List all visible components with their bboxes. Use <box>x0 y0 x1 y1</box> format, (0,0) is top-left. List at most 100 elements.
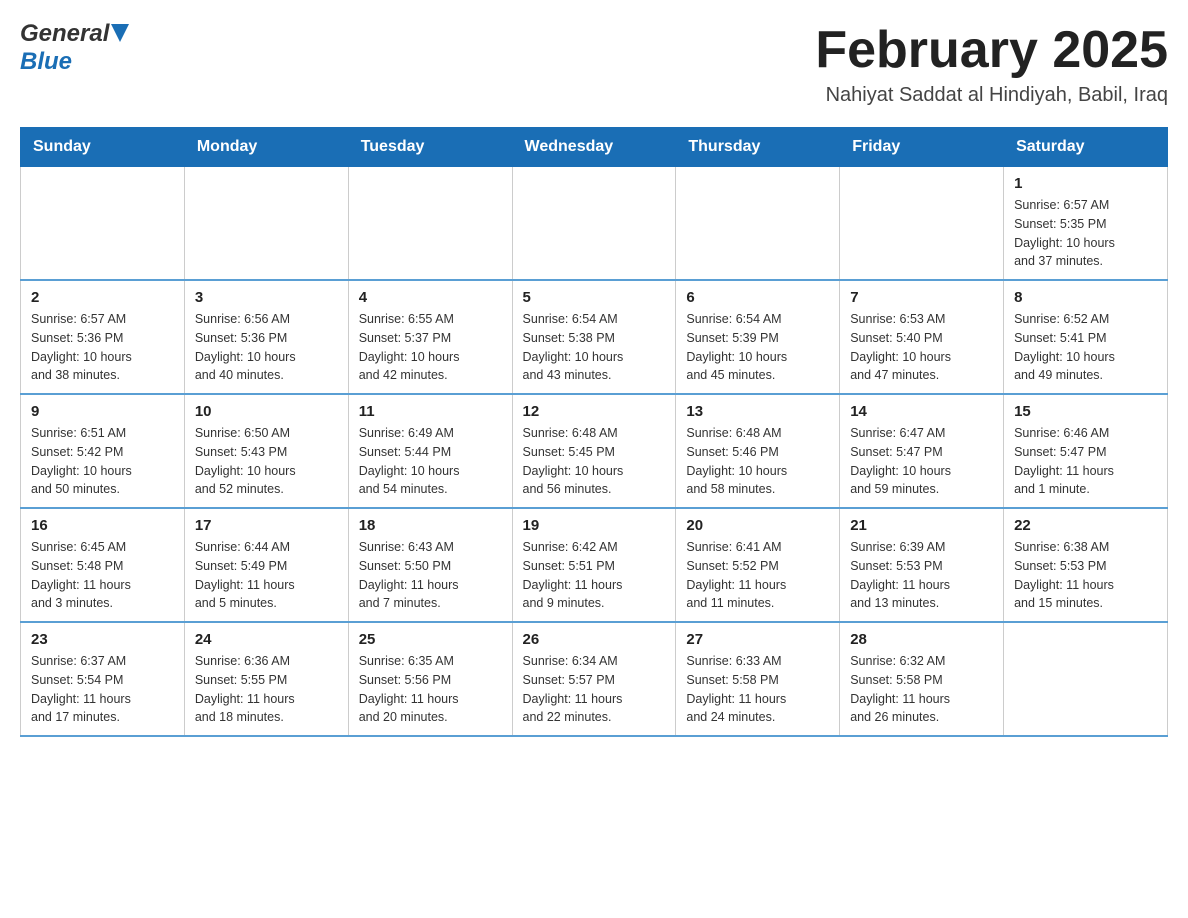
calendar-body: 1 Sunrise: 6:57 AM Sunset: 5:35 PM Daylig… <box>21 167 1168 737</box>
table-row: 10Sunrise: 6:50 AM Sunset: 5:43 PM Dayli… <box>184 394 348 508</box>
table-row: 11Sunrise: 6:49 AM Sunset: 5:44 PM Dayli… <box>348 394 512 508</box>
day-info: Sunrise: 6:43 AM Sunset: 5:50 PM Dayligh… <box>359 538 502 613</box>
day-number: 19 <box>523 517 666 534</box>
day-info: Sunrise: 6:32 AM Sunset: 5:58 PM Dayligh… <box>850 652 993 727</box>
day-number: 9 <box>31 403 174 420</box>
day-info: Sunrise: 6:34 AM Sunset: 5:57 PM Dayligh… <box>523 652 666 727</box>
table-row: 5 Sunrise: 6:54 AM Sunset: 5:38 PM Daylig… <box>512 280 676 394</box>
title-area: February 2025 Nahiyat Saddat al Hindiyah… <box>815 20 1168 107</box>
day-number: 5 <box>523 289 666 306</box>
table-row: 20 Sunrise: 6:41 AM Sunset: 5:52 PM Dayli… <box>676 508 840 622</box>
table-row: 26 Sunrise: 6:34 AM Sunset: 5:57 PM Dayli… <box>512 622 676 736</box>
day-info: Sunrise: 6:48 AM Sunset: 5:46 PM Dayligh… <box>686 424 829 499</box>
day-info: Sunrise: 6:41 AM Sunset: 5:52 PM Dayligh… <box>686 538 829 613</box>
day-info: Sunrise: 6:57 AM Sunset: 5:35 PM Dayligh… <box>1014 196 1157 271</box>
day-number: 8 <box>1014 289 1157 306</box>
col-saturday: Saturday <box>1004 128 1168 167</box>
table-row: 1 Sunrise: 6:57 AM Sunset: 5:35 PM Daylig… <box>1004 167 1168 281</box>
col-wednesday: Wednesday <box>512 128 676 167</box>
day-number: 27 <box>686 631 829 648</box>
table-row: 16Sunrise: 6:45 AM Sunset: 5:48 PM Dayli… <box>21 508 185 622</box>
day-info: Sunrise: 6:37 AM Sunset: 5:54 PM Dayligh… <box>31 652 174 727</box>
col-friday: Friday <box>840 128 1004 167</box>
location-subtitle: Nahiyat Saddat al Hindiyah, Babil, Iraq <box>815 84 1168 107</box>
day-info: Sunrise: 6:45 AM Sunset: 5:48 PM Dayligh… <box>31 538 174 613</box>
table-row: 17Sunrise: 6:44 AM Sunset: 5:49 PM Dayli… <box>184 508 348 622</box>
day-number: 22 <box>1014 517 1157 534</box>
calendar-header: Sunday Monday Tuesday Wednesday Thursday… <box>21 128 1168 167</box>
table-row: 19 Sunrise: 6:42 AM Sunset: 5:51 PM Dayli… <box>512 508 676 622</box>
page-header: General Blue February 2025 Nahiyat Sadda… <box>20 20 1168 107</box>
day-number: 23 <box>31 631 174 648</box>
table-row: 28 Sunrise: 6:32 AM Sunset: 5:58 PM Dayli… <box>840 622 1004 736</box>
days-of-week-row: Sunday Monday Tuesday Wednesday Thursday… <box>21 128 1168 167</box>
table-row: 3Sunrise: 6:56 AM Sunset: 5:36 PM Daylig… <box>184 280 348 394</box>
day-number: 2 <box>31 289 174 306</box>
day-number: 26 <box>523 631 666 648</box>
day-number: 6 <box>686 289 829 306</box>
day-info: Sunrise: 6:33 AM Sunset: 5:58 PM Dayligh… <box>686 652 829 727</box>
table-row: 24 Sunrise: 6:36 AM Sunset: 5:55 PM Dayli… <box>184 622 348 736</box>
table-row: 25Sunrise: 6:35 AM Sunset: 5:56 PM Dayli… <box>348 622 512 736</box>
day-info: Sunrise: 6:49 AM Sunset: 5:44 PM Dayligh… <box>359 424 502 499</box>
table-row: 13Sunrise: 6:48 AM Sunset: 5:46 PM Dayli… <box>676 394 840 508</box>
logo-general: General <box>20 20 109 48</box>
table-row: 2 Sunrise: 6:57 AM Sunset: 5:36 PM Daylig… <box>21 280 185 394</box>
calendar-week-row: 16Sunrise: 6:45 AM Sunset: 5:48 PM Dayli… <box>21 508 1168 622</box>
day-info: Sunrise: 6:48 AM Sunset: 5:45 PM Dayligh… <box>523 424 666 499</box>
table-row <box>1004 622 1168 736</box>
calendar-week-row: 23 Sunrise: 6:37 AM Sunset: 5:54 PM Dayli… <box>21 622 1168 736</box>
table-row: 18Sunrise: 6:43 AM Sunset: 5:50 PM Dayli… <box>348 508 512 622</box>
day-info: Sunrise: 6:36 AM Sunset: 5:55 PM Dayligh… <box>195 652 338 727</box>
table-row: 9 Sunrise: 6:51 AM Sunset: 5:42 PM Daylig… <box>21 394 185 508</box>
day-info: Sunrise: 6:39 AM Sunset: 5:53 PM Dayligh… <box>850 538 993 613</box>
day-number: 14 <box>850 403 993 420</box>
day-number: 7 <box>850 289 993 306</box>
day-info: Sunrise: 6:44 AM Sunset: 5:49 PM Dayligh… <box>195 538 338 613</box>
day-info: Sunrise: 6:42 AM Sunset: 5:51 PM Dayligh… <box>523 538 666 613</box>
table-row <box>21 167 185 281</box>
day-info: Sunrise: 6:35 AM Sunset: 5:56 PM Dayligh… <box>359 652 502 727</box>
day-number: 28 <box>850 631 993 648</box>
table-row <box>676 167 840 281</box>
day-info: Sunrise: 6:38 AM Sunset: 5:53 PM Dayligh… <box>1014 538 1157 613</box>
calendar-week-row: 9 Sunrise: 6:51 AM Sunset: 5:42 PM Daylig… <box>21 394 1168 508</box>
day-info: Sunrise: 6:46 AM Sunset: 5:47 PM Dayligh… <box>1014 424 1157 499</box>
day-info: Sunrise: 6:50 AM Sunset: 5:43 PM Dayligh… <box>195 424 338 499</box>
day-info: Sunrise: 6:54 AM Sunset: 5:38 PM Dayligh… <box>523 310 666 385</box>
logo-arrow-icon <box>111 24 129 42</box>
logo: General Blue <box>20 20 129 76</box>
col-monday: Monday <box>184 128 348 167</box>
col-sunday: Sunday <box>21 128 185 167</box>
day-info: Sunrise: 6:51 AM Sunset: 5:42 PM Dayligh… <box>31 424 174 499</box>
day-number: 21 <box>850 517 993 534</box>
day-info: Sunrise: 6:54 AM Sunset: 5:39 PM Dayligh… <box>686 310 829 385</box>
day-number: 1 <box>1014 175 1157 192</box>
table-row: 15Sunrise: 6:46 AM Sunset: 5:47 PM Dayli… <box>1004 394 1168 508</box>
day-info: Sunrise: 6:57 AM Sunset: 5:36 PM Dayligh… <box>31 310 174 385</box>
day-number: 12 <box>523 403 666 420</box>
day-info: Sunrise: 6:53 AM Sunset: 5:40 PM Dayligh… <box>850 310 993 385</box>
table-row: 8Sunrise: 6:52 AM Sunset: 5:41 PM Daylig… <box>1004 280 1168 394</box>
logo-blue: Blue <box>20 48 72 75</box>
table-row: 14 Sunrise: 6:47 AM Sunset: 5:47 PM Dayli… <box>840 394 1004 508</box>
day-number: 4 <box>359 289 502 306</box>
calendar-week-row: 2 Sunrise: 6:57 AM Sunset: 5:36 PM Daylig… <box>21 280 1168 394</box>
table-row <box>348 167 512 281</box>
table-row: 21 Sunrise: 6:39 AM Sunset: 5:53 PM Dayli… <box>840 508 1004 622</box>
table-row: 6 Sunrise: 6:54 AM Sunset: 5:39 PM Daylig… <box>676 280 840 394</box>
table-row: 27 Sunrise: 6:33 AM Sunset: 5:58 PM Dayli… <box>676 622 840 736</box>
day-info: Sunrise: 6:47 AM Sunset: 5:47 PM Dayligh… <box>850 424 993 499</box>
col-tuesday: Tuesday <box>348 128 512 167</box>
col-thursday: Thursday <box>676 128 840 167</box>
day-number: 24 <box>195 631 338 648</box>
calendar-table: Sunday Monday Tuesday Wednesday Thursday… <box>20 127 1168 737</box>
table-row: 23 Sunrise: 6:37 AM Sunset: 5:54 PM Dayli… <box>21 622 185 736</box>
table-row <box>512 167 676 281</box>
table-row: 7 Sunrise: 6:53 AM Sunset: 5:40 PM Daylig… <box>840 280 1004 394</box>
table-row <box>184 167 348 281</box>
day-number: 20 <box>686 517 829 534</box>
day-info: Sunrise: 6:56 AM Sunset: 5:36 PM Dayligh… <box>195 310 338 385</box>
calendar-week-row: 1 Sunrise: 6:57 AM Sunset: 5:35 PM Daylig… <box>21 167 1168 281</box>
table-row <box>840 167 1004 281</box>
